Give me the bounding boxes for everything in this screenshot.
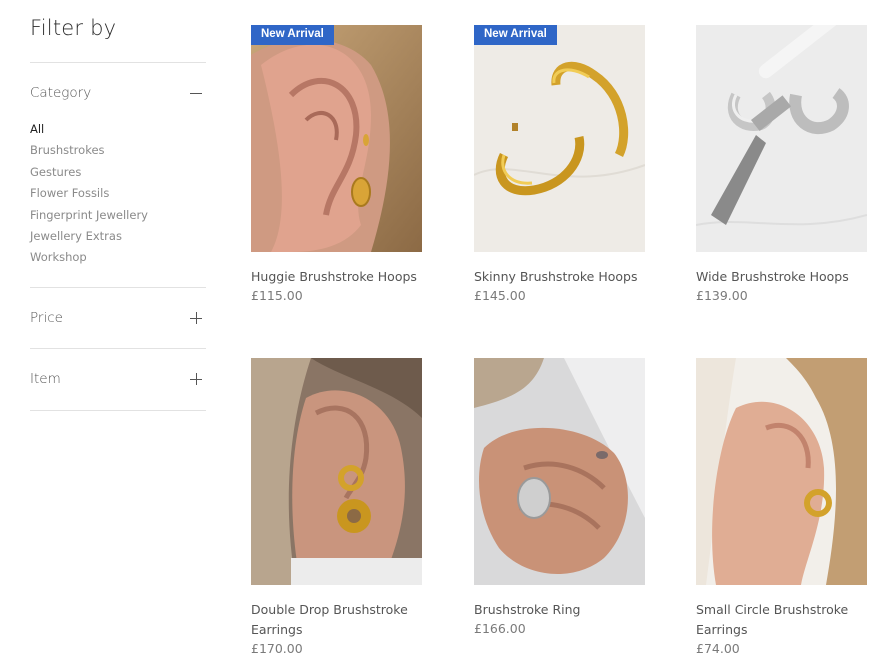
category-item-gestures[interactable]: Gestures: [30, 165, 148, 186]
category-item-brushstrokes[interactable]: Brushstrokes: [30, 143, 148, 164]
category-item-all[interactable]: All: [30, 122, 148, 143]
product-name[interactable]: Huggie Brushstroke Hoops: [251, 267, 426, 287]
product-image[interactable]: [251, 358, 422, 585]
product-image[interactable]: [696, 25, 867, 252]
price-label: Price: [30, 310, 63, 326]
product-image[interactable]: New Arrival: [251, 25, 422, 252]
category-item-jewellery-extras[interactable]: Jewellery Extras: [30, 229, 148, 250]
filter-title: Filter by: [30, 16, 117, 40]
category-label: Category: [30, 85, 92, 101]
product-price: £170.00: [251, 641, 303, 656]
item-label: Item: [30, 371, 61, 387]
product-name[interactable]: Double Drop Brushstroke Earrings: [251, 600, 426, 640]
plus-icon: [190, 312, 202, 324]
product-price: £139.00: [696, 288, 748, 303]
product-price: £166.00: [474, 621, 526, 636]
product-price: £115.00: [251, 288, 303, 303]
category-item-workshop[interactable]: Workshop: [30, 250, 148, 271]
divider: [30, 410, 206, 411]
price-toggle[interactable]: Price: [30, 308, 206, 328]
minus-icon: [190, 87, 202, 99]
product-image[interactable]: [696, 358, 867, 585]
category-toggle[interactable]: Category: [30, 83, 206, 103]
item-toggle[interactable]: Item: [30, 369, 206, 389]
product-name[interactable]: Brushstroke Ring: [474, 600, 649, 620]
product-price: £74.00: [696, 641, 740, 656]
divider: [30, 287, 206, 288]
product-name[interactable]: Small Circle Brushstroke Earrings: [696, 600, 871, 640]
product-name[interactable]: Skinny Brushstroke Hoops: [474, 267, 649, 287]
divider: [30, 348, 206, 349]
product-image[interactable]: [474, 358, 645, 585]
product-image[interactable]: New Arrival: [474, 25, 645, 252]
plus-icon: [190, 373, 202, 385]
category-list: All Brushstrokes Gestures Flower Fossils…: [30, 122, 148, 272]
new-arrival-badge: New Arrival: [474, 25, 557, 45]
divider: [30, 62, 206, 63]
product-price: £145.00: [474, 288, 526, 303]
category-item-flower-fossils[interactable]: Flower Fossils: [30, 186, 148, 207]
product-name[interactable]: Wide Brushstroke Hoops: [696, 267, 871, 287]
new-arrival-badge: New Arrival: [251, 25, 334, 45]
category-item-fingerprint-jewellery[interactable]: Fingerprint Jewellery: [30, 208, 148, 229]
